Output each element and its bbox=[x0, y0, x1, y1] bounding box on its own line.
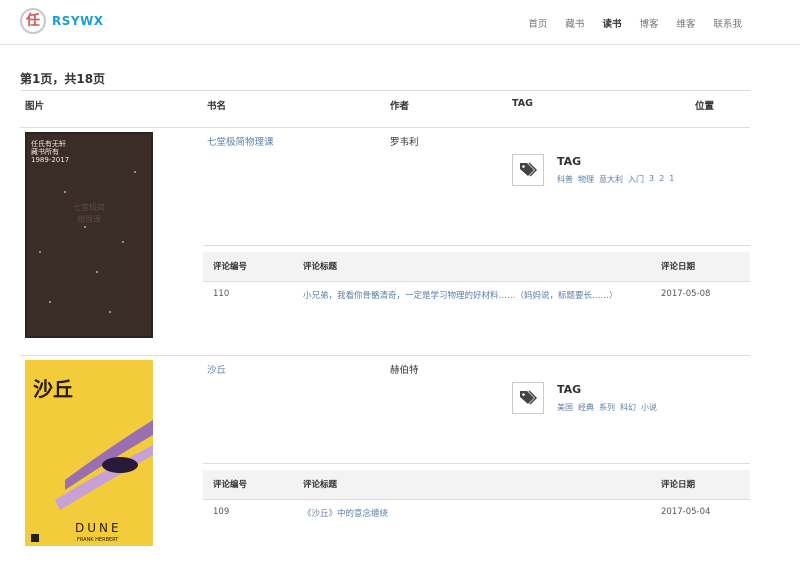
comment-date: 2017-05-08 bbox=[661, 289, 711, 299]
main-menu: 首页 藏书 读书 博客 维客 联系我 bbox=[528, 16, 742, 30]
comment-title-link[interactable]: 小兄弟，我看你骨骼清奇，一定是学习物理的好材料……（妈妈说，标题要长……） bbox=[303, 289, 618, 301]
comment-date: 2017-05-04 bbox=[661, 507, 711, 517]
table-header: 图片 书名 作者 TAG 位置 bbox=[20, 90, 750, 128]
tag-link[interactable]: 美国 bbox=[557, 402, 573, 413]
book-author: 赫伯特 bbox=[390, 365, 419, 376]
comment-col-id: 评论编号 bbox=[213, 480, 248, 490]
tag-link[interactable]: 意大利 bbox=[599, 174, 623, 185]
tag-link[interactable]: 小说 bbox=[641, 402, 657, 413]
comment-id: 109 bbox=[213, 507, 230, 517]
tag-heading: TAG bbox=[557, 383, 582, 396]
tag-link[interactable]: 入门 bbox=[628, 174, 644, 185]
site-logo-icon[interactable]: 任 bbox=[20, 8, 46, 34]
book-cover-image[interactable]: 任氏有无轩 藏书所有 1989-2017 七堂极简 物理课 bbox=[25, 132, 153, 338]
book-cover-image[interactable]: 沙丘 DUNE FRANK HERBERT bbox=[25, 360, 153, 546]
tag-link[interactable]: 科幻 bbox=[620, 402, 636, 413]
nav-reading[interactable]: 读书 bbox=[602, 16, 621, 30]
cover-title-1: 七堂极简 bbox=[73, 202, 105, 212]
nav-home[interactable]: 首页 bbox=[528, 16, 547, 30]
cover-stamp-3: 1989-2017 bbox=[31, 156, 69, 164]
tag-link[interactable]: 科普 bbox=[557, 174, 573, 185]
col-location: 位置 bbox=[695, 101, 715, 112]
comment-row: 109 《沙丘》中的意念缠绕 2017-05-04 bbox=[203, 499, 750, 528]
tag-link[interactable]: 经典 bbox=[578, 402, 594, 413]
col-image: 图片 bbox=[25, 101, 45, 112]
cover-dune: DUNE bbox=[75, 521, 122, 535]
nav-blog[interactable]: 博客 bbox=[639, 16, 658, 30]
tag-icon bbox=[512, 154, 544, 186]
book-title-link[interactable]: 沙丘 bbox=[207, 362, 226, 376]
tag-list: 美国 经典 系列 科幻 小说 bbox=[557, 402, 657, 413]
book-row: 任氏有无轩 藏书所有 1989-2017 七堂极简 物理课 七堂极简物理课 罗韦… bbox=[20, 127, 750, 355]
cover-stamp-2: 藏书所有 bbox=[31, 147, 59, 156]
book-row: 沙丘 DUNE FRANK HERBERT 沙丘 赫伯特 TAG 美国 经典 系… bbox=[20, 355, 750, 563]
comment-table: 评论编号 评论标题 评论日期 109 《沙丘》中的意念缠绕 2017-05-04 bbox=[203, 463, 750, 528]
tag-link[interactable]: 物理 bbox=[578, 174, 594, 185]
comment-col-title: 评论标题 bbox=[303, 262, 338, 272]
comment-col-date: 评论日期 bbox=[661, 262, 696, 272]
comment-col-id: 评论编号 bbox=[213, 262, 248, 272]
page-title: 第1页，共18页 bbox=[20, 72, 106, 86]
tag-link[interactable]: 1 bbox=[669, 174, 674, 185]
col-title: 书名 bbox=[207, 101, 227, 112]
tag-heading: TAG bbox=[557, 155, 582, 168]
comment-table-header: 评论编号 评论标题 评论日期 bbox=[203, 464, 750, 499]
nav-collection[interactable]: 藏书 bbox=[565, 16, 584, 30]
comment-table-header: 评论编号 评论标题 评论日期 bbox=[203, 246, 750, 281]
cover-title: 沙丘 bbox=[33, 377, 73, 401]
tag-link[interactable]: 2 bbox=[659, 174, 664, 185]
cover-author: FRANK HERBERT bbox=[77, 537, 119, 543]
comment-table: 评论编号 评论标题 评论日期 110 小兄弟，我看你骨骼清奇，一定是学习物理的好… bbox=[203, 245, 750, 310]
comment-title-link[interactable]: 《沙丘》中的意念缠绕 bbox=[303, 507, 388, 519]
comment-col-title: 评论标题 bbox=[303, 480, 338, 490]
comment-row: 110 小兄弟，我看你骨骼清奇，一定是学习物理的好材料……（妈妈说，标题要长……… bbox=[203, 281, 750, 310]
tag-link[interactable]: 系列 bbox=[599, 402, 615, 413]
cover-title-2: 物理课 bbox=[77, 214, 101, 224]
tag-icon bbox=[512, 382, 544, 414]
tag-link[interactable]: 3 bbox=[649, 174, 654, 185]
comment-col-date: 评论日期 bbox=[661, 480, 696, 490]
site-logo-text[interactable]: RSYWX bbox=[52, 14, 104, 28]
cover-stamp-1: 任氏有无轩 bbox=[31, 139, 66, 148]
book-author: 罗韦利 bbox=[390, 137, 419, 148]
col-tag: TAG bbox=[512, 98, 533, 109]
nav-wiki[interactable]: 维客 bbox=[676, 16, 695, 30]
col-author: 作者 bbox=[390, 101, 410, 112]
book-title-link[interactable]: 七堂极简物理课 bbox=[207, 134, 274, 148]
nav-contact[interactable]: 联系我 bbox=[713, 16, 742, 30]
comment-id: 110 bbox=[213, 289, 230, 299]
tag-list: 科普 物理 意大利 入门 3 2 1 bbox=[557, 174, 674, 185]
top-navbar: 任 RSYWX 首页 藏书 读书 博客 维客 联系我 bbox=[0, 0, 800, 45]
